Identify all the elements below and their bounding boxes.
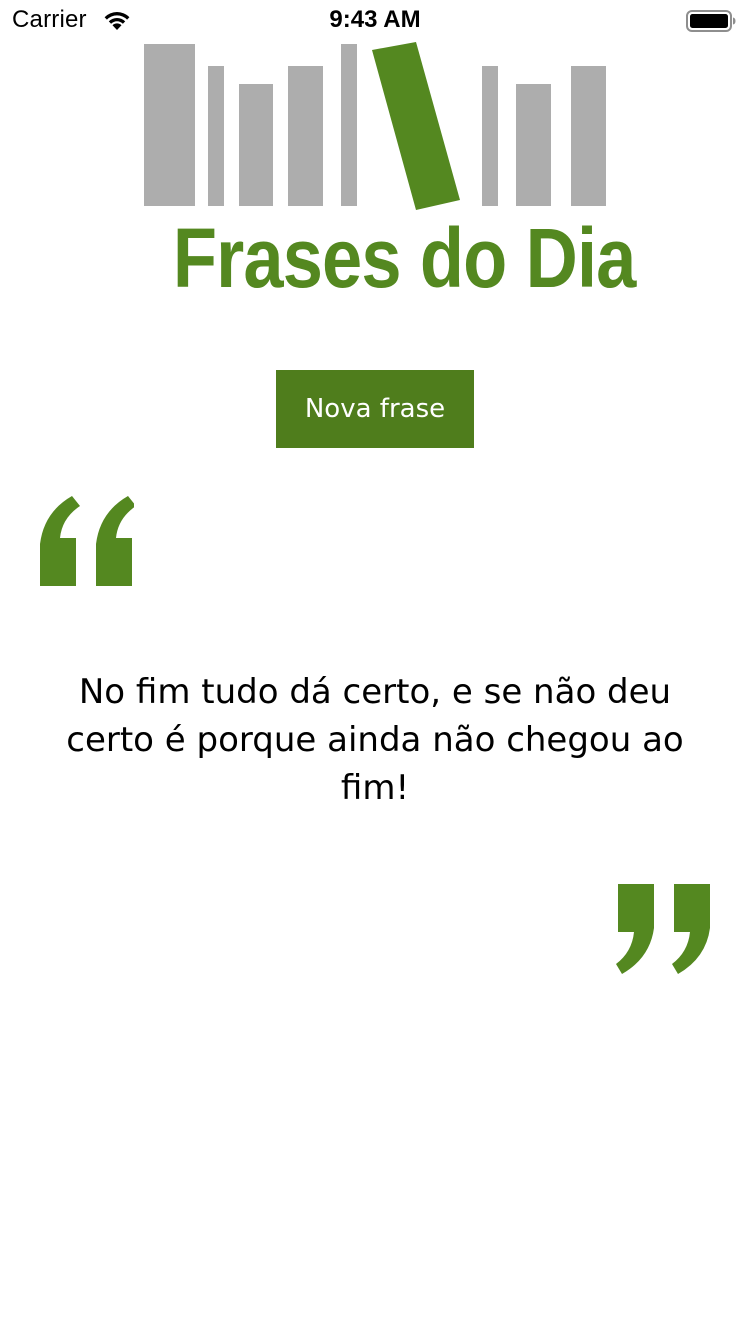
open-quote-icon — [40, 496, 134, 586]
app-logo: Frases do Dia — [140, 38, 636, 305]
new-quote-button[interactable]: Nova frase — [276, 370, 474, 448]
status-bar: Carrier 9:43 AM — [0, 0, 750, 40]
clock: 9:43 AM — [329, 6, 421, 33]
quote-text: No fim tudo dá certo, e se não deu certo… — [66, 672, 684, 808]
logo-title: Frases do Dia — [172, 211, 636, 305]
close-quote-icon — [616, 884, 710, 974]
battery-icon — [686, 10, 736, 32]
books-logo — [144, 42, 606, 210]
